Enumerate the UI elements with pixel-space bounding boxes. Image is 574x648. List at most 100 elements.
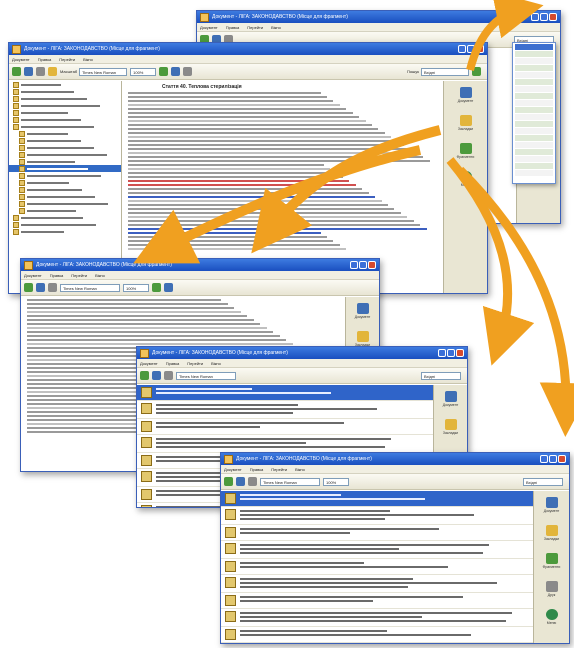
tree-item[interactable]: [9, 151, 121, 158]
find-icon[interactable]: [48, 67, 57, 76]
print-icon[interactable]: [48, 283, 57, 292]
list-item[interactable]: [137, 401, 433, 419]
tree-item[interactable]: [9, 158, 121, 165]
list-item[interactable]: [221, 541, 533, 559]
arrow-right-icon[interactable]: [164, 283, 173, 292]
window-third-titlebar[interactable]: Документ - ЛІГА: ЗАКОНОДАВСТВО (Місце дл…: [21, 259, 379, 271]
maximize-icon[interactable]: [467, 45, 475, 53]
menu-window[interactable]: Вікно: [95, 273, 105, 278]
close-icon[interactable]: [456, 349, 464, 357]
close-icon[interactable]: [476, 45, 484, 53]
tree-item[interactable]: [9, 95, 121, 102]
minimize-icon[interactable]: [540, 455, 548, 463]
arrow-left-icon[interactable]: [152, 283, 161, 292]
list-item[interactable]: [515, 163, 553, 169]
menu-window[interactable]: Вікно: [271, 25, 281, 30]
list-item[interactable]: [137, 435, 433, 453]
list-item[interactable]: [221, 525, 533, 541]
maximize-icon[interactable]: [549, 455, 557, 463]
back-icon[interactable]: [12, 67, 21, 76]
list-item[interactable]: [515, 170, 553, 176]
list-item[interactable]: [221, 627, 533, 643]
minimize-icon[interactable]: [438, 349, 446, 357]
side-button-bookmarks[interactable]: Закладки: [440, 419, 462, 435]
list-item[interactable]: [515, 44, 553, 50]
menu-goto[interactable]: Перейти: [59, 57, 75, 62]
minimize-icon[interactable]: [350, 261, 358, 269]
list-item[interactable]: [515, 79, 553, 85]
side-button-document[interactable]: Документ: [352, 303, 374, 319]
menu-document[interactable]: Документ: [24, 273, 42, 278]
search-input[interactable]: Вхідні: [523, 477, 563, 486]
menu-document[interactable]: Документ: [224, 467, 242, 472]
side-button-document[interactable]: Документ: [455, 87, 477, 103]
tree-item[interactable]: [9, 123, 121, 130]
tree-item[interactable]: [9, 137, 121, 144]
tree-item[interactable]: [9, 179, 121, 186]
list-item[interactable]: [515, 51, 553, 57]
side-button-bookmarks[interactable]: Закладки: [541, 525, 563, 541]
list-item[interactable]: [137, 385, 433, 401]
close-icon[interactable]: [549, 13, 557, 21]
font-select[interactable]: Times New Roman: [79, 67, 128, 76]
list-item[interactable]: [221, 507, 533, 525]
window-main-titlebar[interactable]: Документ - ЛІГА: ЗАКОНОДАВСТВО (Місце дл…: [9, 43, 487, 55]
menu-goto[interactable]: Перейти: [271, 467, 287, 472]
maximize-icon[interactable]: [540, 13, 548, 21]
minimize-icon[interactable]: [458, 45, 466, 53]
close-icon[interactable]: [558, 455, 566, 463]
list-item[interactable]: [515, 100, 553, 106]
window-front-titlebar[interactable]: Документ - ЛІГА: ЗАКОНОДАВСТВО (Місце дл…: [221, 453, 569, 465]
list-item[interactable]: [515, 58, 553, 64]
back-icon[interactable]: [224, 477, 233, 486]
list-item[interactable]: [515, 93, 553, 99]
side-button-bookmarks[interactable]: Закладки: [352, 331, 374, 347]
print-icon[interactable]: [36, 67, 45, 76]
menu-edit[interactable]: Правка: [50, 273, 64, 278]
side-button-bookmarks[interactable]: Закладки: [455, 115, 477, 131]
arrow-left-icon[interactable]: [159, 67, 169, 76]
tree-item[interactable]: [9, 130, 121, 137]
menu-goto[interactable]: Перейти: [71, 273, 87, 278]
side-button-print[interactable]: Друк: [541, 581, 563, 597]
list-item[interactable]: [515, 86, 553, 92]
menu-window[interactable]: Вікно: [83, 57, 93, 62]
back-icon[interactable]: [140, 371, 149, 380]
save-icon[interactable]: [152, 371, 161, 380]
side-button-menu[interactable]: Меню: [455, 171, 477, 187]
menu-edit[interactable]: Правка: [250, 467, 264, 472]
menu-window[interactable]: Вікно: [295, 467, 305, 472]
maximize-icon[interactable]: [359, 261, 367, 269]
tree-item[interactable]: [9, 144, 121, 151]
tree-item[interactable]: [9, 186, 121, 193]
refresh-icon[interactable]: [183, 67, 193, 76]
side-button-fragments[interactable]: Фрагменти: [455, 143, 477, 159]
tree-item[interactable]: [9, 102, 121, 109]
font-select[interactable]: Times New Roman: [60, 283, 120, 292]
menu-edit[interactable]: Правка: [166, 361, 180, 366]
save-icon[interactable]: [36, 283, 45, 292]
list-item[interactable]: [221, 575, 533, 593]
menu-edit[interactable]: Правка: [226, 25, 240, 30]
search-input[interactable]: Вхідні: [421, 371, 461, 380]
menu-document[interactable]: Документ: [200, 25, 218, 30]
menu-goto[interactable]: Перейти: [187, 361, 203, 366]
list-item[interactable]: [515, 114, 553, 120]
list-item[interactable]: [515, 135, 553, 141]
list-item[interactable]: [221, 491, 533, 507]
list-item[interactable]: [137, 419, 433, 435]
save-icon[interactable]: [24, 67, 33, 76]
zoom-select[interactable]: 100%: [130, 67, 157, 76]
list-item[interactable]: [221, 643, 533, 644]
tree-item[interactable]: [9, 207, 121, 214]
side-button-fragments[interactable]: Фрагменти: [541, 553, 563, 569]
tree-item[interactable]: [9, 116, 121, 123]
list-item[interactable]: [515, 142, 553, 148]
minimize-icon[interactable]: [531, 13, 539, 21]
tree-item[interactable]: [9, 165, 121, 172]
font-select[interactable]: Times New Roman: [176, 371, 236, 380]
back-icon[interactable]: [24, 283, 33, 292]
search-dropdown-list[interactable]: [512, 42, 556, 184]
window-fourth-titlebar[interactable]: Документ - ЛІГА: ЗАКОНОДАВСТВО (Місце дл…: [137, 347, 467, 359]
list-item[interactable]: [515, 149, 553, 155]
